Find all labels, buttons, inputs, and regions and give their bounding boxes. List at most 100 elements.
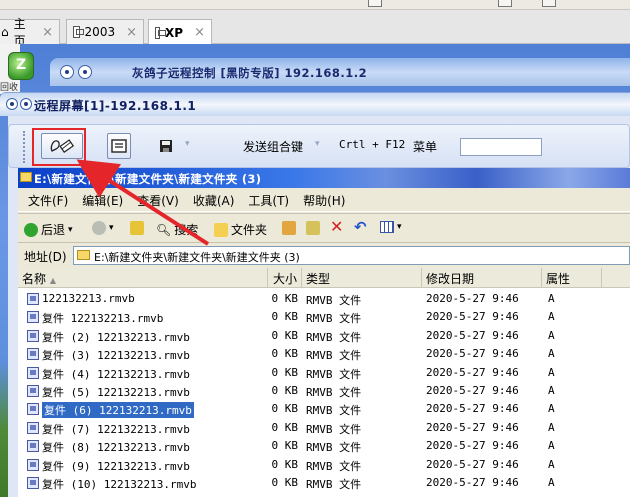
tab-xp[interactable]: XP × (148, 19, 212, 45)
address-input[interactable]: E:\新建文件夹\新建文件夹\新建文件夹 (3) (73, 246, 630, 265)
save-icon (160, 140, 172, 152)
column-date[interactable]: 修改日期 (422, 268, 542, 288)
copy-to-button[interactable] (306, 221, 320, 235)
toolbar-icon[interactable] (498, 0, 512, 7)
menu-view[interactable]: 查看(V) (137, 192, 179, 209)
delete-button[interactable]: ✕ (330, 217, 343, 236)
delete-icon: ✕ (330, 217, 344, 236)
table-row[interactable]: 复件 (5) 122132213.rmvb 0 KB RMVB 文件 2020-5-2… (18, 382, 630, 400)
chevron-down-icon[interactable]: ▾ (397, 222, 402, 232)
rmvb-file-icon (27, 293, 39, 305)
screen-button[interactable] (107, 133, 131, 159)
menu-edit[interactable]: 编辑(E) (82, 192, 123, 209)
save-button[interactable] (155, 133, 177, 159)
rmvb-file-icon (27, 421, 39, 434)
table-row[interactable]: 122132213.rmvb 0 KB RMVB 文件 2020-5-27 9:46 A (18, 290, 630, 308)
column-name[interactable]: 名称 ▲ (18, 268, 268, 288)
address-bar: 地址(D) E:\新建文件夹\新建文件夹\新建文件夹 (3) (18, 245, 630, 267)
menu-input[interactable] (460, 138, 542, 156)
chevron-down-icon[interactable]: ▾ (68, 225, 73, 235)
file-date: 2020-5-27 9:46 (426, 476, 519, 489)
explorer-titlebar[interactable]: E:\新建文件夹\新建文件夹\新建文件夹 (3) (18, 168, 630, 188)
move-to-button[interactable] (282, 221, 296, 235)
file-type: RMVB 文件 (306, 422, 362, 436)
file-size: 0 KB (271, 402, 299, 416)
column-label: 修改日期 (426, 272, 475, 286)
chevron-down-icon[interactable]: ▾ (315, 139, 320, 149)
table-row[interactable]: 复件 122132213.rmvb 0 KB RMVB 文件 2020-5-27 9:… (18, 308, 630, 326)
file-name: 复件 (10) 122132213.rmvb (42, 478, 197, 491)
file-type: RMVB 文件 (306, 459, 362, 473)
tab-2003[interactable]: 2003 × (66, 19, 144, 44)
send-combo-button[interactable]: 发送组合键 (223, 133, 323, 159)
table-row[interactable]: 复件 (3) 122132213.rmvb 0 KB RMVB 文件 2020-5-2… (18, 345, 630, 363)
file-type: RMVB 文件 (306, 367, 362, 381)
file-date: 2020-5-27 9:46 (426, 328, 519, 342)
tab-home[interactable]: ⌂ 主页 × (0, 17, 60, 48)
window-menu-icon[interactable] (60, 65, 74, 79)
menu-tools[interactable]: 工具(T) (248, 192, 289, 209)
window-control-icon[interactable] (78, 65, 92, 79)
table-row[interactable]: 复件 (7) 122132213.rmvb 0 KB RMVB 文件 2020-5-2… (18, 419, 630, 437)
window-control-icon[interactable] (20, 98, 32, 110)
table-row[interactable]: 复件 (9) 122132213.rmvb 0 KB RMVB 文件 2020-5-2… (18, 456, 630, 474)
file-name: 122132213.rmvb (42, 292, 135, 305)
forward-button[interactable]: ▾ (92, 221, 114, 235)
menu-favorites[interactable]: 收藏(A) (193, 192, 235, 209)
file-size: 0 KB (271, 457, 299, 471)
column-attr[interactable]: 属性 (542, 268, 602, 288)
column-size[interactable]: 大小 (268, 268, 302, 288)
file-size: 0 KB (271, 420, 299, 434)
column-label: 属性 (546, 272, 571, 286)
file-attr: A (548, 292, 555, 305)
file-attr: A (548, 347, 555, 361)
chevron-down-icon[interactable]: ▾ (185, 139, 190, 149)
search-icon: 🔍︎ (156, 222, 172, 237)
file-attr: A (548, 476, 555, 489)
remote-titlebar[interactable]: 远程屏幕[1]-192.168.1.1 (0, 92, 630, 116)
file-type: RMVB 文件 (306, 386, 362, 399)
toolbar-grip[interactable] (23, 131, 27, 163)
app-icon[interactable]: Z (8, 52, 34, 80)
copy-icon (306, 221, 320, 235)
back-button[interactable]: 后退 ▾ (24, 221, 73, 238)
file-date: 2020-5-27 9:46 (426, 420, 519, 434)
table-row[interactable]: 复件 (4) 122132213.rmvb 0 KB RMVB 文件 2020-5-2… (18, 364, 630, 382)
search-button[interactable]: 🔍︎ 搜索 (156, 221, 198, 238)
file-size: 0 KB (271, 292, 299, 305)
window-menu-icon[interactable] (6, 98, 18, 110)
toolbar-icon[interactable] (368, 0, 382, 7)
rmvb-file-icon (27, 348, 39, 361)
views-icon (380, 221, 394, 233)
views-button[interactable]: ▾ (380, 221, 402, 233)
table-row[interactable]: 复件 (6) 122132213.rmvb 0 KB RMVB 文件 2020-5-2… (18, 400, 630, 420)
folders-button[interactable]: 文件夹 (214, 221, 267, 238)
chevron-down-icon[interactable]: ▾ (109, 223, 114, 233)
undo-button[interactable]: ↶ (354, 218, 367, 236)
file-name: 复件 (4) 122132213.rmvb (42, 367, 190, 381)
table-row[interactable]: 复件 (8) 122132213.rmvb 0 KB RMVB 文件 2020-5-2… (18, 437, 630, 455)
window-icon (111, 139, 127, 153)
folder-icon (20, 172, 32, 182)
table-row[interactable]: 复件 (2) 122132213.rmvb 0 KB RMVB 文件 2020-5-2… (18, 327, 630, 345)
column-type[interactable]: 类型 (302, 268, 422, 288)
file-date: 2020-5-27 9:46 (426, 439, 519, 453)
file-attr: A (548, 420, 555, 434)
vm-icon (155, 26, 167, 39)
menu-help[interactable]: 帮助(H) (303, 192, 345, 209)
menu-file[interactable]: 文件(F) (28, 192, 68, 209)
file-size: 0 KB (271, 310, 299, 324)
controller-titlebar[interactable]: 灰鸽子远程控制 [黑防专版] 192.168.1.2 (50, 58, 630, 86)
close-icon[interactable]: × (126, 25, 137, 40)
home-icon: ⌂ (1, 25, 9, 39)
up-button[interactable] (130, 221, 144, 235)
file-attr: A (548, 310, 555, 324)
file-type: RMVB 文件 (306, 330, 362, 344)
toolbar-icon[interactable] (542, 0, 556, 7)
file-name: 复件 (7) 122132213.rmvb (42, 422, 190, 436)
file-size: 0 KB (271, 365, 299, 379)
file-type: RMVB 文件 (306, 478, 362, 491)
close-icon[interactable]: × (194, 25, 205, 40)
close-icon[interactable]: × (42, 25, 53, 40)
table-row[interactable]: 复件 (10) 122132213.rmvb 0 KB RMVB 文件 2020-5-… (18, 474, 630, 492)
